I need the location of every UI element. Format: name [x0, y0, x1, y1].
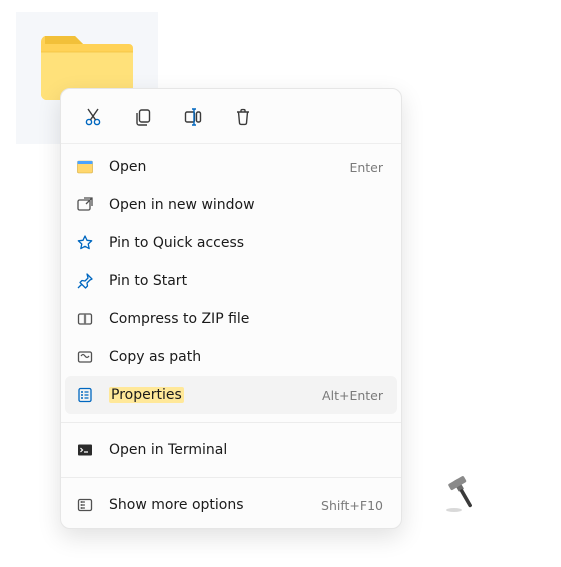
menu-label: Pin to Start: [109, 273, 383, 289]
menu-item-copy-path[interactable]: Copy as path: [65, 338, 397, 376]
divider: [61, 477, 401, 478]
menu-item-open-terminal[interactable]: Open in Terminal: [65, 431, 397, 469]
menu-shortcut: Shift+F10: [321, 498, 383, 513]
more-icon: [75, 495, 95, 515]
delete-button[interactable]: [225, 99, 261, 135]
menu-item-properties[interactable]: Properties Alt+Enter: [65, 376, 397, 414]
menu-label: Properties: [109, 387, 322, 403]
new-window-icon: [75, 195, 95, 215]
menu-label: Pin to Quick access: [109, 235, 383, 251]
cut-button[interactable]: [75, 99, 111, 135]
menu-label: Show more options: [109, 497, 321, 513]
delete-icon: [233, 107, 253, 127]
context-menu: Open Enter Open in new window Pin to Qui…: [60, 88, 402, 529]
menu-label: Compress to ZIP file: [109, 311, 383, 327]
rename-icon: [183, 107, 203, 127]
star-icon: [75, 233, 95, 253]
open-icon: [75, 157, 95, 177]
menu-item-pin-start[interactable]: Pin to Start: [65, 262, 397, 300]
menu-item-pin-quick-access[interactable]: Pin to Quick access: [65, 224, 397, 262]
rename-button[interactable]: [175, 99, 211, 135]
action-bar: [61, 89, 401, 144]
menu-shortcut: Enter: [349, 160, 383, 175]
menu-section-3: Show more options Shift+F10: [61, 482, 401, 528]
pin-icon: [75, 271, 95, 291]
menu-label: Open in Terminal: [109, 442, 383, 458]
menu-label: Open: [109, 159, 349, 175]
properties-icon: [75, 385, 95, 405]
cut-icon: [83, 107, 103, 127]
menu-item-open[interactable]: Open Enter: [65, 148, 397, 186]
menu-label: Open in new window: [109, 197, 383, 213]
copy-icon: [133, 107, 153, 127]
hammer-cursor-icon: [442, 472, 484, 514]
menu-item-compress-zip[interactable]: Compress to ZIP file: [65, 300, 397, 338]
copy-path-icon: [75, 347, 95, 367]
terminal-icon: [75, 440, 95, 460]
zip-icon: [75, 309, 95, 329]
divider: [61, 422, 401, 423]
menu-item-show-more[interactable]: Show more options Shift+F10: [65, 486, 397, 524]
copy-button[interactable]: [125, 99, 161, 135]
menu-label: Copy as path: [109, 349, 383, 365]
menu-shortcut: Alt+Enter: [322, 388, 383, 403]
menu-section-1: Open Enter Open in new window Pin to Qui…: [61, 144, 401, 418]
menu-section-2: Open in Terminal: [61, 427, 401, 473]
menu-item-open-new-window[interactable]: Open in new window: [65, 186, 397, 224]
